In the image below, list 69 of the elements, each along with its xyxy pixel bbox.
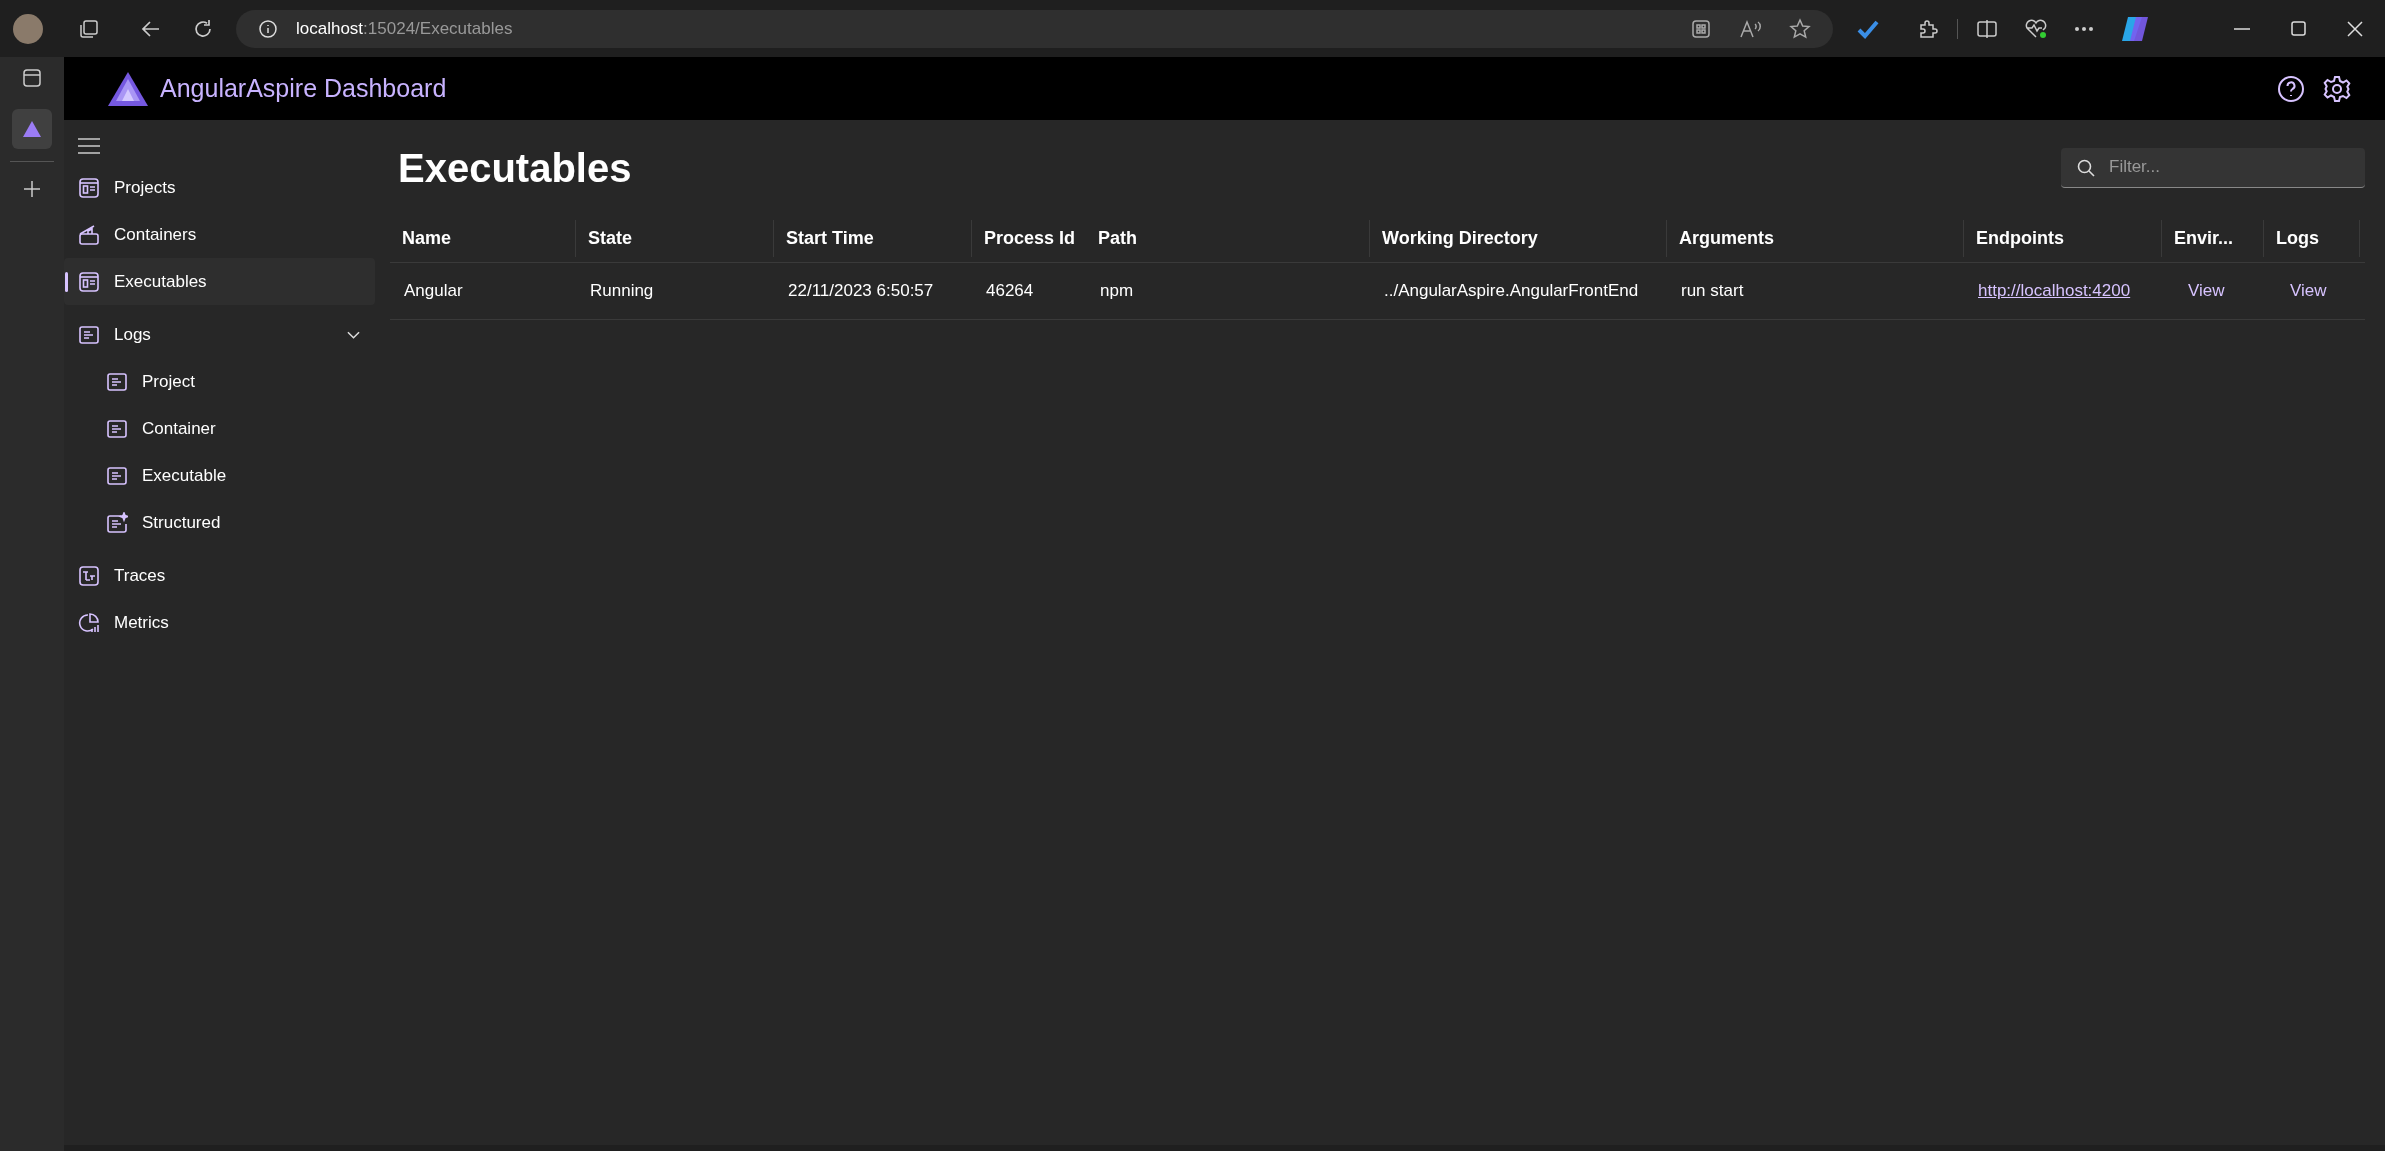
star-icon[interactable] — [1789, 17, 1811, 40]
triangle-logo-icon — [107, 70, 149, 107]
search-icon — [2077, 158, 2095, 177]
table-cell-text: 22/11/2023 6:50:57 — [788, 280, 934, 303]
column-header[interactable]: Process Id — [984, 225, 1076, 252]
more-icon[interactable] — [2074, 25, 2094, 32]
app-title[interactable]: AngularAspire Dashboard — [160, 69, 447, 108]
close-icon[interactable] — [2347, 20, 2363, 37]
info-icon — [258, 18, 278, 39]
heart-pulse-icon[interactable] — [2024, 17, 2048, 40]
refresh-icon[interactable] — [192, 17, 214, 40]
menu-icon[interactable] — [78, 137, 100, 155]
table-cell-text: 46264 — [986, 280, 1034, 303]
apps-icon[interactable] — [1691, 18, 1711, 39]
card-icon — [78, 176, 100, 199]
profile-avatar[interactable] — [13, 13, 43, 44]
nav-item[interactable]: Project — [64, 358, 375, 405]
puzzle-icon[interactable] — [1917, 17, 1939, 40]
chevron-icon[interactable] — [347, 330, 360, 339]
view-link[interactable]: View — [2290, 278, 2327, 304]
page-title: Executables — [398, 144, 632, 192]
nav-item[interactable]: Projects — [64, 164, 375, 211]
table-cell-text: Running — [590, 280, 654, 303]
column-header[interactable]: Endpoints — [1976, 225, 2064, 252]
table-cell-text: npm — [1100, 280, 1134, 303]
nav-item[interactable]: Containers — [64, 211, 375, 258]
document-lines-icon — [106, 371, 128, 392]
triangle-logo-icon — [22, 120, 42, 138]
card-icon — [78, 270, 100, 293]
document-lines-icon — [106, 465, 128, 486]
column-header[interactable]: Name — [402, 225, 452, 252]
minimize-icon[interactable] — [2234, 27, 2250, 30]
tabs-icon[interactable] — [78, 17, 100, 40]
traces-icon — [78, 564, 100, 587]
chart-icon — [78, 611, 100, 634]
split-screen-icon[interactable] — [1976, 17, 1998, 40]
sidebar-panel-icon[interactable] — [23, 69, 41, 87]
nav-item[interactable]: Executable — [64, 452, 375, 499]
table-cell-text: run start — [1681, 280, 1744, 303]
document-sparkle-icon — [106, 511, 128, 534]
read-aloud-icon[interactable] — [1739, 18, 1761, 39]
nav-item[interactable]: Executables — [64, 258, 375, 305]
help-icon[interactable] — [2277, 74, 2305, 103]
container-icon — [78, 223, 100, 246]
column-header[interactable]: Start Time — [786, 225, 874, 252]
address-bar[interactable]: localhost:15024/Executables — [236, 9, 1833, 48]
tab-button[interactable] — [12, 109, 52, 149]
nav-item[interactable]: Container — [64, 405, 375, 452]
nav-item[interactable]: Metrics — [64, 599, 375, 646]
column-header[interactable]: Working Directory — [1382, 225, 1538, 252]
view-link[interactable]: View — [2188, 278, 2225, 304]
document-lines-icon — [106, 418, 128, 439]
endpoint-link[interactable]: http://localhost:4200 — [1978, 278, 2131, 304]
table-cell-text: ../AngularAspire.AngularFrontEnd — [1384, 280, 1639, 303]
column-header[interactable]: Logs — [2276, 225, 2319, 252]
column-header[interactable]: Envir... — [2174, 225, 2234, 252]
nav-item[interactable]: Logs — [64, 311, 375, 358]
column-header[interactable]: Path — [1098, 225, 1137, 252]
column-header[interactable]: Arguments — [1679, 225, 1774, 252]
filter-field[interactable]: Filter... — [2061, 147, 2365, 188]
nav-item[interactable]: Structured — [64, 499, 375, 546]
document-lines-icon — [78, 324, 100, 345]
column-header[interactable]: State — [588, 225, 632, 252]
settings-icon[interactable] — [2323, 74, 2351, 103]
table-cell-text: Angular — [404, 280, 463, 303]
maximize-icon[interactable] — [2291, 21, 2306, 36]
nav-item[interactable]: Traces — [64, 552, 375, 599]
url-text: localhost:15024/Executables — [296, 17, 513, 40]
add-icon[interactable] — [23, 180, 41, 198]
